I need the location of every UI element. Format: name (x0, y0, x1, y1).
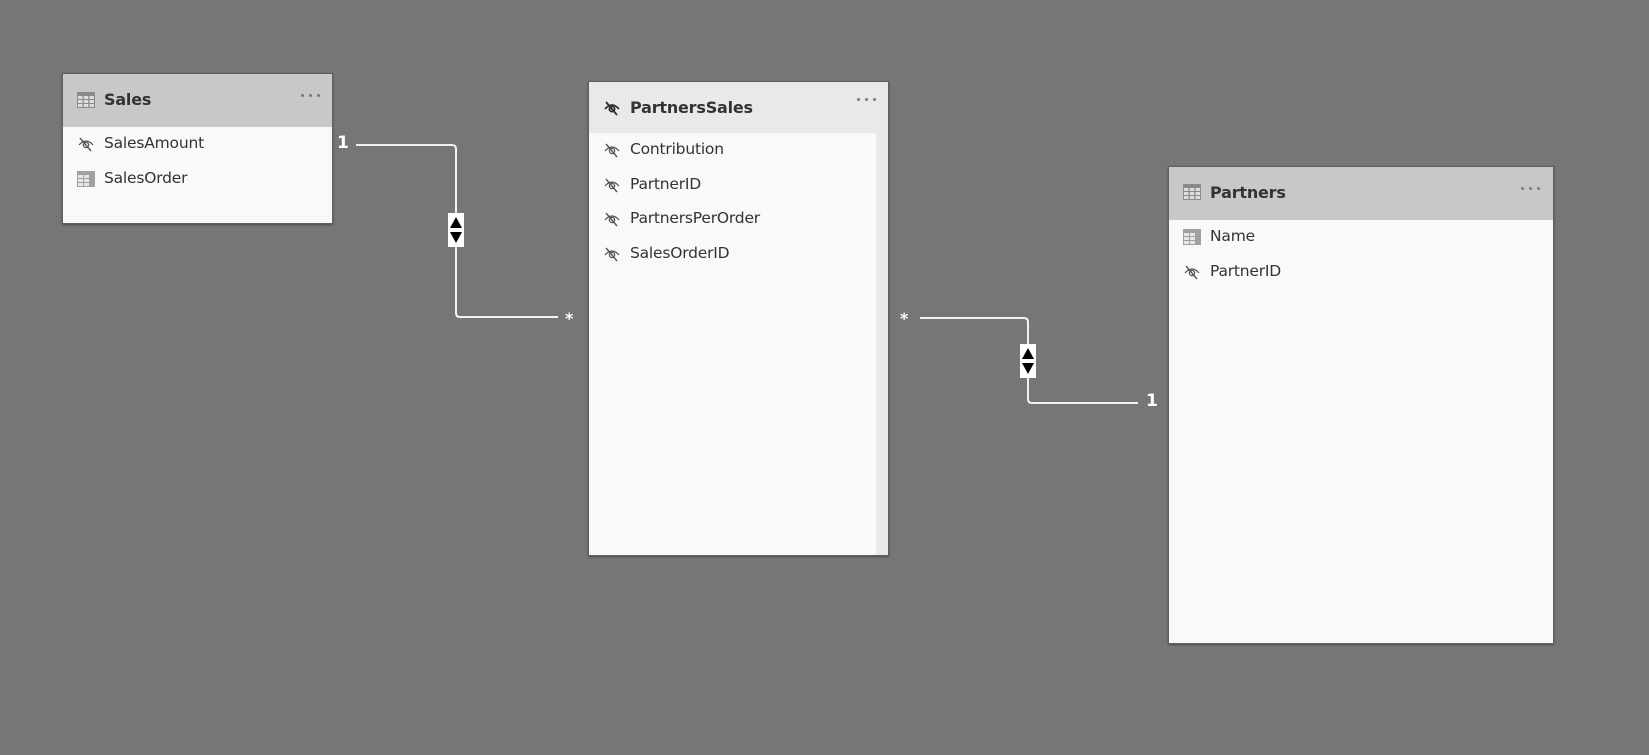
field-row[interactable]: SalesOrderID (589, 237, 876, 271)
field-row[interactable]: Contribution (589, 133, 876, 167)
arrow-down-icon (1022, 363, 1034, 374)
field-name: SalesOrderID (630, 244, 730, 262)
table-card-sales[interactable]: Sales SalesAmount SalesOrder (62, 73, 333, 224)
field-name: PartnerID (630, 175, 702, 193)
field-row[interactable]: SalesAmount (63, 127, 332, 161)
scrollbar[interactable] (876, 133, 888, 555)
field-name: PartnerID (1210, 262, 1282, 280)
arrow-down-icon (450, 232, 462, 243)
column-table-icon (1183, 229, 1201, 245)
field-name: SalesOrder (104, 169, 188, 187)
column-table-icon (77, 171, 95, 187)
field-name: Name (1210, 227, 1255, 245)
hidden-eye-icon (604, 247, 620, 262)
arrow-up-icon (1022, 348, 1034, 359)
table-icon (1183, 184, 1201, 200)
table-title: Partners (1210, 183, 1286, 202)
table-icon (77, 92, 95, 108)
cross-filter-both-icon[interactable] (448, 213, 464, 247)
field-name: Contribution (630, 140, 724, 158)
more-options-button[interactable] (1519, 183, 1543, 195)
cardinality-many-partnerssales: * (565, 309, 574, 328)
field-row[interactable]: PartnerID (1169, 255, 1553, 289)
cardinality-one-partners: 1 (1146, 391, 1158, 411)
hidden-eye-icon (604, 212, 620, 227)
cross-filter-both-icon[interactable] (1020, 344, 1036, 378)
field-row[interactable]: Name (1169, 220, 1553, 254)
hidden-eye-icon (604, 143, 620, 158)
hidden-eye-icon (78, 137, 94, 152)
hidden-eye-icon (1184, 265, 1200, 280)
table-header-partners[interactable]: Partners (1169, 167, 1553, 220)
hidden-eye-icon (604, 178, 620, 193)
cardinality-one-sales: 1 (337, 133, 349, 153)
hidden-eye-icon (604, 101, 620, 116)
field-row[interactable]: PartnersPerOrder (589, 202, 876, 236)
table-card-partners[interactable]: Partners Name PartnerID (1168, 166, 1554, 644)
field-name: PartnersPerOrder (630, 209, 760, 227)
table-card-partnerssales[interactable]: PartnersSales Contribution PartnerID Par… (588, 81, 889, 556)
table-header-partnerssales[interactable]: PartnersSales (589, 82, 888, 133)
field-row[interactable]: PartnerID (589, 168, 876, 202)
field-row[interactable]: SalesOrder (63, 162, 332, 196)
more-options-button[interactable] (855, 94, 879, 106)
table-header-sales[interactable]: Sales (63, 74, 332, 127)
table-title: PartnersSales (630, 98, 753, 117)
field-name: SalesAmount (104, 134, 204, 152)
cardinality-many-partnerssales-right: * (900, 309, 909, 328)
table-title: Sales (104, 90, 152, 109)
arrow-up-icon (450, 217, 462, 228)
more-options-button[interactable] (299, 90, 323, 102)
